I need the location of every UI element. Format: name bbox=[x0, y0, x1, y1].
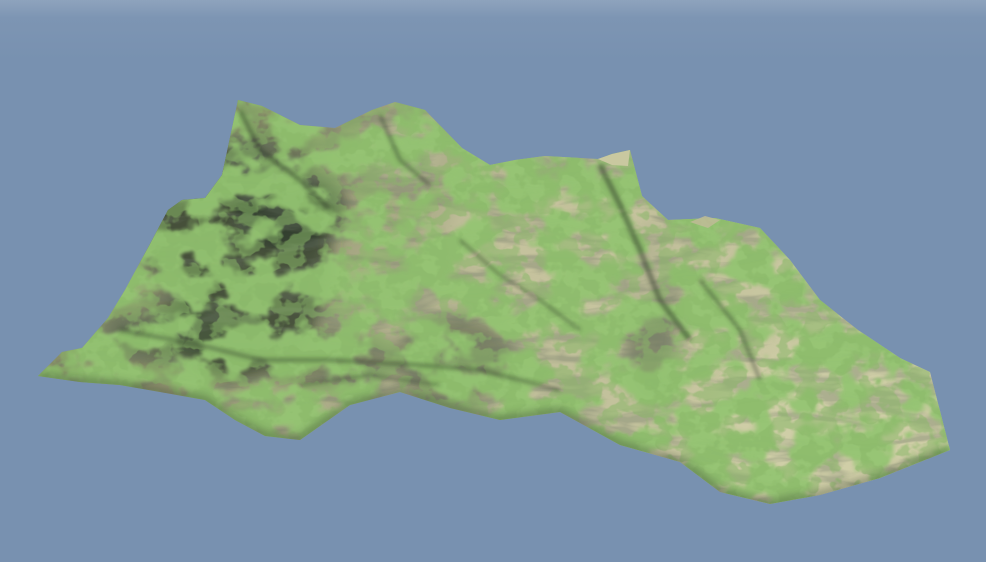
terrain-mesh bbox=[38, 100, 950, 504]
3d-viewport[interactable] bbox=[0, 0, 986, 562]
terrain-scene bbox=[38, 100, 950, 504]
